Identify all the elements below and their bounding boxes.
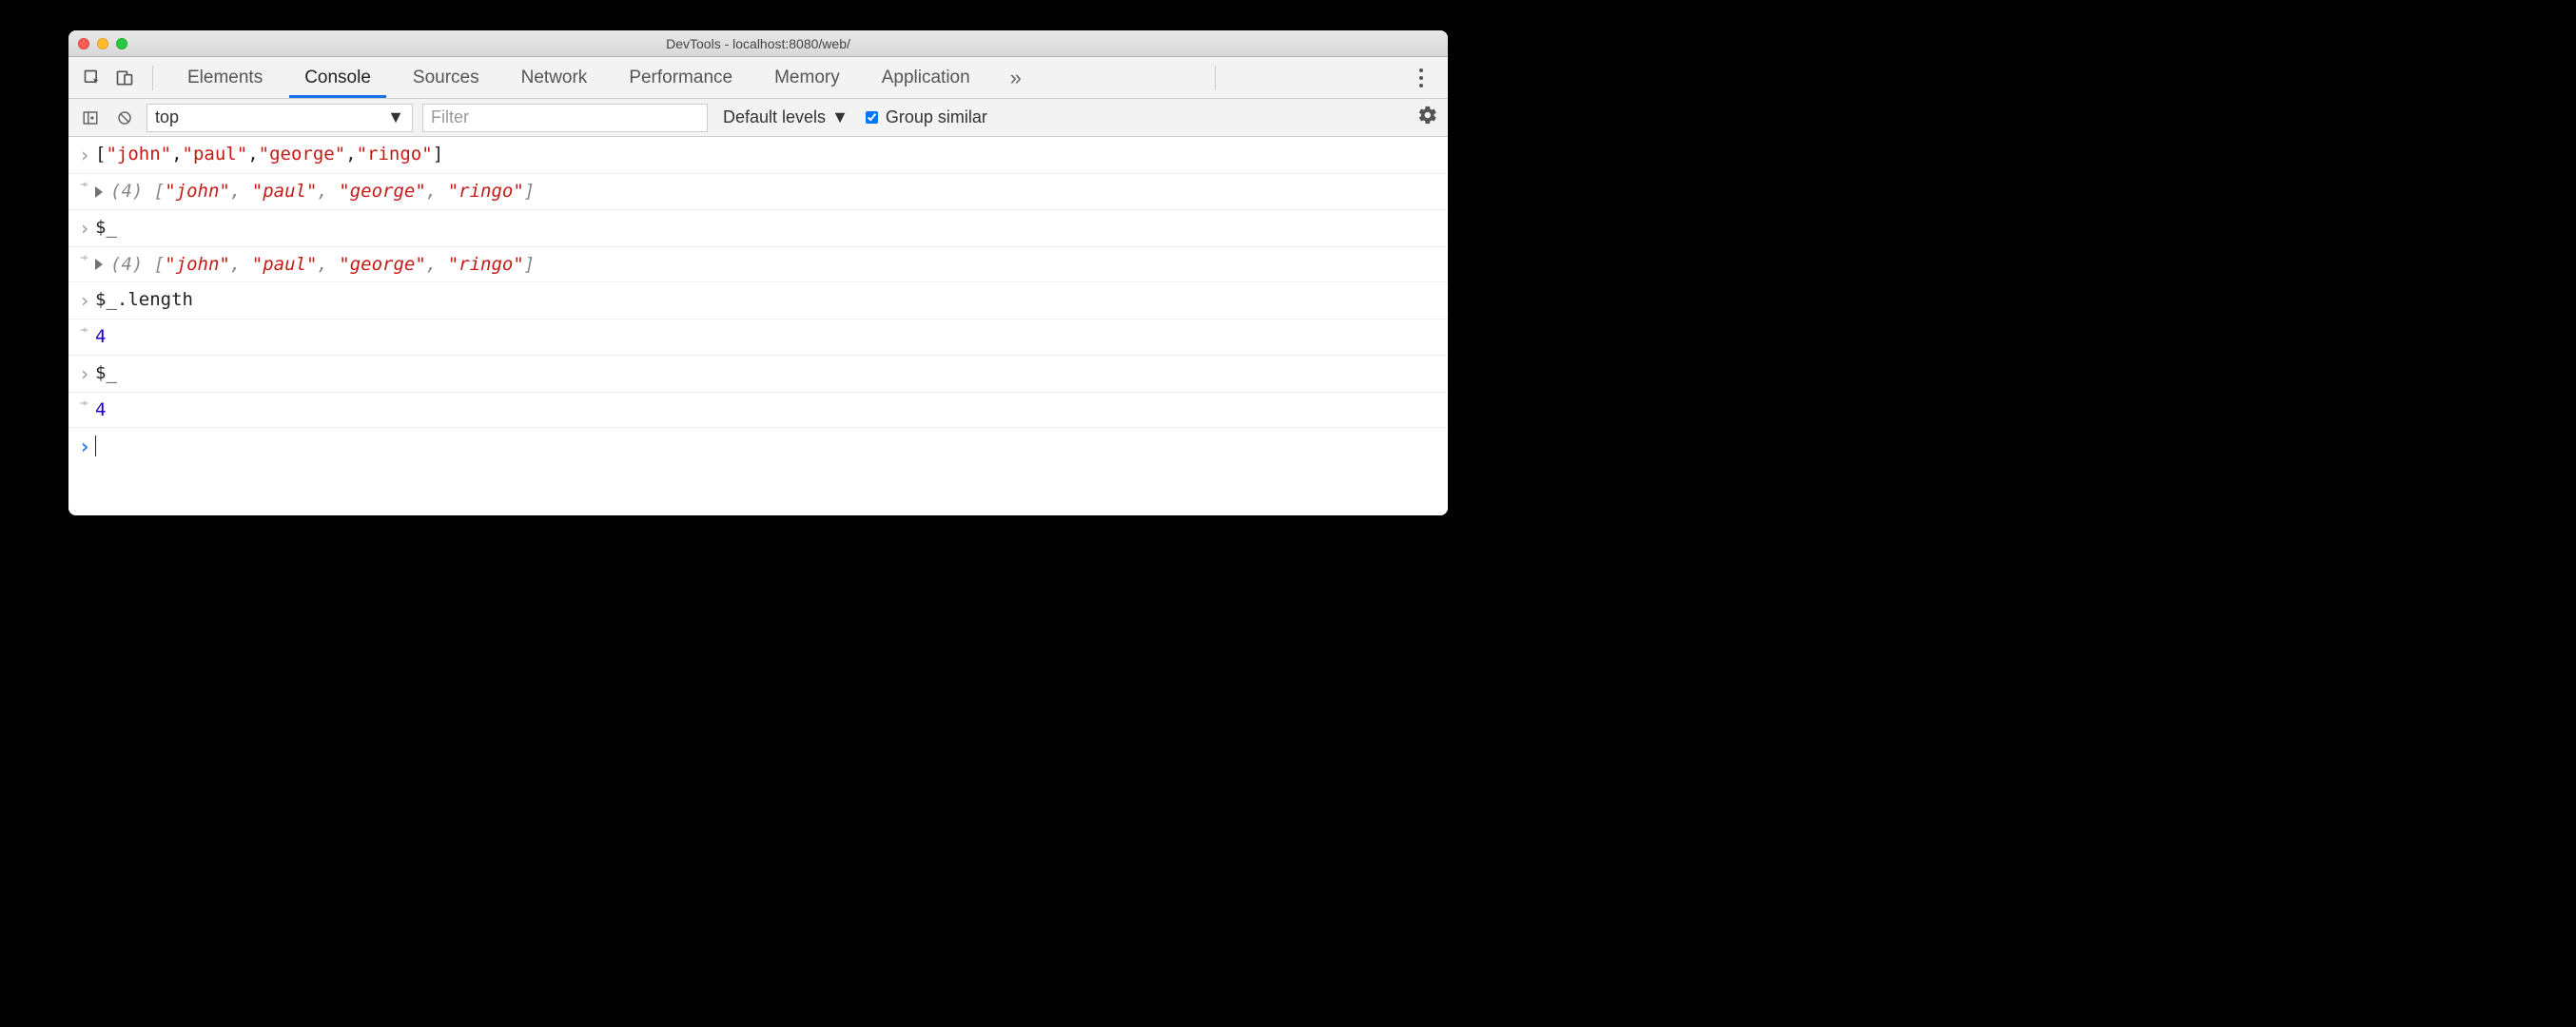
output-marker-icon bbox=[74, 397, 95, 410]
text-cursor bbox=[95, 436, 96, 456]
group-similar-input[interactable] bbox=[866, 111, 878, 124]
console-row: ›$_ bbox=[68, 210, 1448, 247]
input-marker-icon: › bbox=[74, 214, 95, 242]
clear-console-icon[interactable] bbox=[112, 106, 137, 130]
console-row: › bbox=[68, 428, 1448, 467]
titlebar: DevTools - localhost:8080/web/ bbox=[68, 30, 1448, 57]
output-marker-icon bbox=[74, 178, 95, 191]
console-output-array: (4) ["john", "paul", "george", "ringo"] bbox=[95, 178, 1438, 205]
tab-application[interactable]: Application bbox=[861, 57, 991, 98]
console-row: ›$_.length bbox=[68, 282, 1448, 320]
console-output[interactable]: ›["john","paul","george","ringo"](4) ["j… bbox=[68, 137, 1448, 515]
tab-performance[interactable]: Performance bbox=[608, 57, 753, 98]
devtools-window: DevTools - localhost:8080/web/ ElementsC… bbox=[68, 30, 1448, 515]
console-input-text: ["john","paul","george","ringo"] bbox=[95, 141, 1438, 168]
input-marker-icon: › bbox=[74, 359, 95, 388]
tab-console[interactable]: Console bbox=[283, 57, 392, 98]
input-marker-icon: › bbox=[74, 286, 95, 315]
array-length-label: (4) bbox=[110, 181, 154, 202]
group-similar-label: Group similar bbox=[886, 107, 987, 127]
console-output-value: 4 bbox=[95, 397, 1438, 424]
console-output-array: (4) ["john", "paul", "george", "ringo"] bbox=[95, 251, 1438, 279]
window-title: DevTools - localhost:8080/web/ bbox=[68, 36, 1448, 51]
chevron-down-icon: ▼ bbox=[831, 107, 849, 127]
console-input-text: $_ bbox=[95, 359, 1438, 387]
output-marker-icon bbox=[74, 323, 95, 337]
console-row: ›["john","paul","george","ringo"] bbox=[68, 137, 1448, 174]
console-row: (4) ["john", "paul", "george", "ringo"] bbox=[68, 174, 1448, 210]
separator bbox=[152, 66, 153, 90]
log-levels-select[interactable]: Default levels ▼ bbox=[723, 107, 849, 127]
expand-triangle-icon[interactable] bbox=[95, 259, 103, 270]
console-row: 4 bbox=[68, 320, 1448, 356]
separator bbox=[1215, 66, 1216, 90]
console-settings-icon[interactable] bbox=[1417, 105, 1438, 130]
panel-tabs: ElementsConsoleSourcesNetworkPerformance… bbox=[166, 57, 991, 98]
console-toolbar: top ▼ Default levels ▼ Group similar bbox=[68, 99, 1448, 137]
device-toolbar-icon[interactable] bbox=[110, 64, 139, 92]
console-output-value: 4 bbox=[95, 323, 1438, 351]
tab-bar: ElementsConsoleSourcesNetworkPerformance… bbox=[68, 57, 1448, 99]
expand-triangle-icon[interactable] bbox=[95, 186, 103, 198]
more-menu-button[interactable] bbox=[1410, 68, 1438, 87]
tabs-overflow-button[interactable]: » bbox=[1003, 66, 1029, 90]
console-row: 4 bbox=[68, 393, 1448, 429]
prompt-marker-icon: › bbox=[74, 432, 95, 463]
console-input-text: $_.length bbox=[95, 286, 1438, 314]
chevron-down-icon: ▼ bbox=[387, 107, 404, 127]
tab-memory[interactable]: Memory bbox=[753, 57, 861, 98]
console-row: ›$_ bbox=[68, 356, 1448, 393]
tab-sources[interactable]: Sources bbox=[392, 57, 500, 98]
inspect-element-icon[interactable] bbox=[78, 64, 107, 92]
console-input-text: $_ bbox=[95, 214, 1438, 242]
tab-network[interactable]: Network bbox=[500, 57, 609, 98]
console-sidebar-toggle-icon[interactable] bbox=[78, 106, 103, 130]
console-filter-input[interactable] bbox=[422, 104, 708, 132]
console-prompt-input[interactable] bbox=[95, 432, 1438, 459]
console-row: (4) ["john", "paul", "george", "ringo"] bbox=[68, 247, 1448, 283]
group-similar-checkbox[interactable]: Group similar bbox=[866, 107, 987, 127]
output-marker-icon bbox=[74, 251, 95, 264]
input-marker-icon: › bbox=[74, 141, 95, 169]
array-length-label: (4) bbox=[110, 254, 154, 275]
execution-context-value: top bbox=[155, 107, 179, 127]
tab-elements[interactable]: Elements bbox=[166, 57, 283, 98]
execution-context-select[interactable]: top ▼ bbox=[146, 104, 413, 132]
log-levels-label: Default levels bbox=[723, 107, 826, 127]
